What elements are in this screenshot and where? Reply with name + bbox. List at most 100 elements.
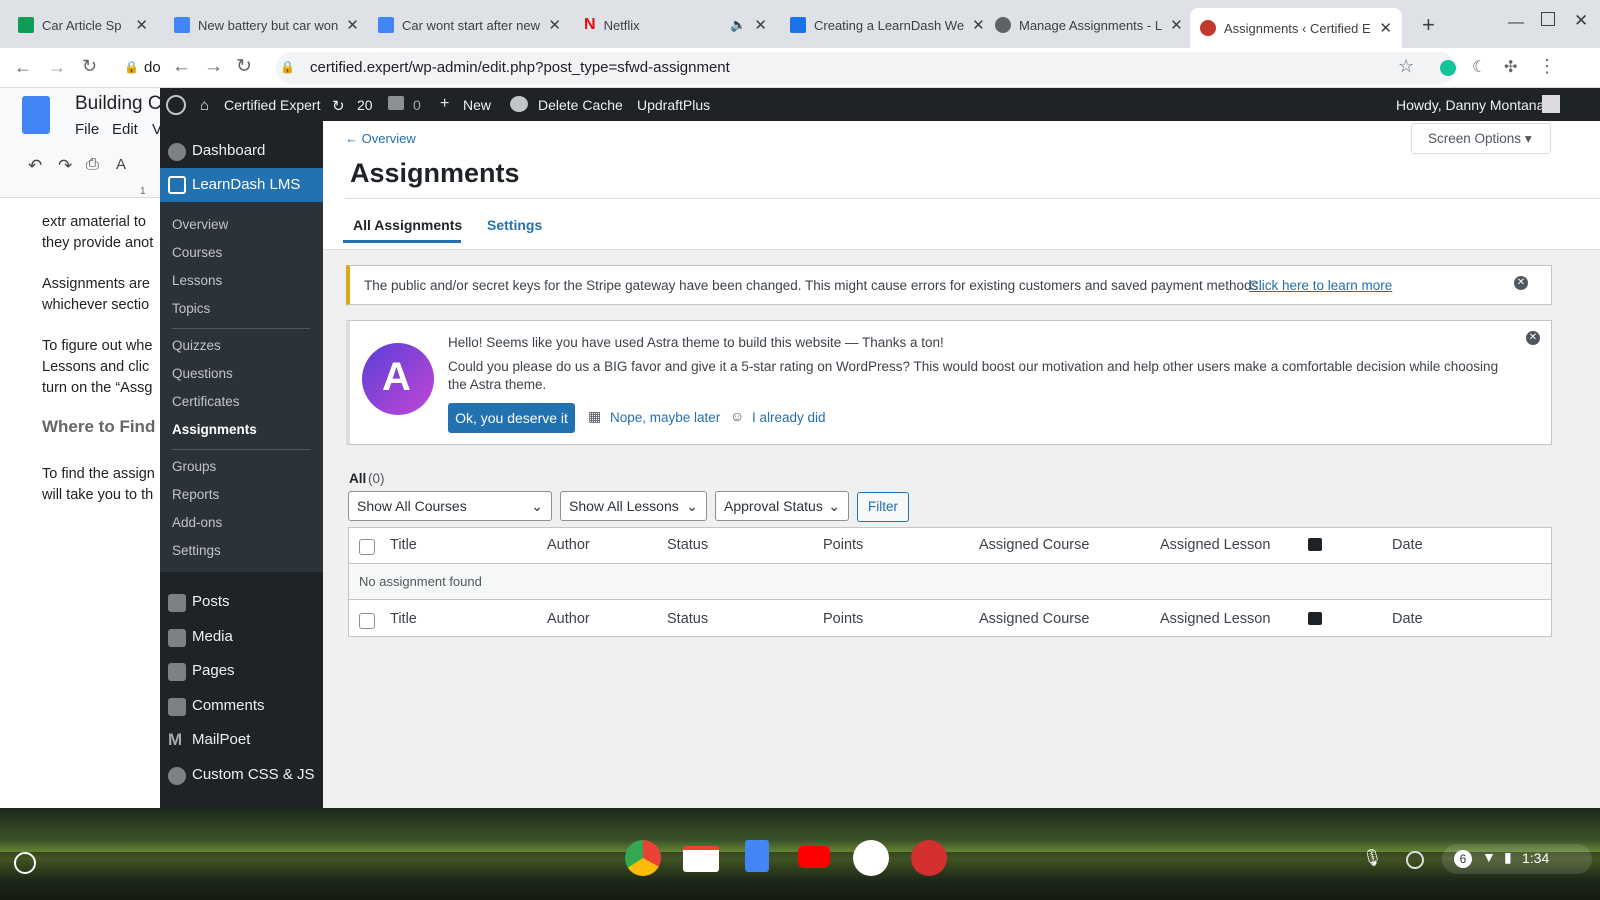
lessons-filter-select[interactable]: Show All Lessons ⌄	[560, 491, 707, 521]
submenu-overview[interactable]: Overview	[172, 217, 228, 232]
grammarly-icon[interactable]	[1440, 60, 1456, 76]
menu-mailpoet[interactable]: MailPoet	[192, 731, 250, 748]
submenu-assignments-current[interactable]: Assignments	[172, 422, 257, 437]
filter-all-link[interactable]: All	[349, 471, 366, 486]
play-store-icon[interactable]	[853, 840, 889, 876]
close-icon[interactable]: ✕	[548, 16, 561, 34]
speaker-icon[interactable]: 🔈	[730, 17, 746, 33]
print-icon[interactable]: ⎙	[86, 156, 99, 174]
close-icon[interactable]: ✕	[972, 16, 983, 34]
star-icon[interactable]: ☆	[1398, 56, 1414, 77]
back-to-overview-link[interactable]: ← Overview	[345, 131, 416, 146]
status-tray[interactable]: 6 ▼ ▮ 1:34	[1442, 844, 1592, 874]
delete-cache-link[interactable]: Delete Cache	[538, 97, 623, 113]
background-url[interactable]: do	[144, 59, 161, 76]
tab-all-assignments[interactable]: All Assignments	[353, 217, 462, 233]
reload-icon[interactable]: ↻	[82, 56, 97, 77]
submenu-lessons[interactable]: Lessons	[172, 273, 222, 288]
tab-2[interactable]: Car wont start after new ✕	[368, 8, 571, 42]
close-icon[interactable]: ✕	[1379, 19, 1392, 37]
extension-icon[interactable]: ☾	[1472, 57, 1486, 77]
new-tab-button[interactable]: +	[1422, 12, 1435, 38]
astra-later-link[interactable]: Nope, maybe later	[610, 410, 720, 425]
close-icon[interactable]: ✕	[1170, 16, 1183, 34]
submenu-groups[interactable]: Groups	[172, 459, 216, 474]
chrome-icon[interactable]	[625, 840, 661, 876]
menu-learndash-active[interactable]: LearnDash LMS	[160, 168, 323, 202]
tab-1[interactable]: New battery but car won ✕	[164, 8, 367, 42]
tab-settings[interactable]: Settings	[487, 217, 542, 233]
maximize-button[interactable]	[1541, 12, 1555, 26]
select-all-checkbox[interactable]	[359, 539, 375, 555]
dismiss-icon[interactable]: ✕	[1526, 331, 1540, 345]
tab-0[interactable]: Car Article Sp ✕	[8, 8, 158, 42]
column-title[interactable]: Title	[390, 537, 417, 553]
launcher-icon[interactable]	[14, 852, 36, 874]
filter-button[interactable]: Filter	[857, 492, 909, 522]
menu-pages[interactable]: Pages	[192, 662, 235, 679]
astra-ok-button[interactable]: Ok, you deserve it	[448, 403, 575, 433]
avatar[interactable]	[1542, 95, 1560, 113]
menu-edit[interactable]: Edit	[112, 121, 138, 138]
submenu-quizzes[interactable]: Quizzes	[172, 338, 221, 353]
youtube-icon[interactable]	[798, 846, 830, 868]
forward-arrow-icon[interactable]: →	[48, 57, 66, 78]
docs-icon[interactable]	[745, 840, 769, 872]
tab-6-active[interactable]: Assignments ‹ Certified E ✕	[1190, 8, 1402, 48]
astra-already-did-link[interactable]: I already did	[752, 410, 826, 425]
screen-options-button[interactable]: Screen Options ▾	[1411, 123, 1551, 154]
doc-title[interactable]: Building C	[75, 93, 162, 115]
menu-dashboard[interactable]: Dashboard	[192, 142, 265, 159]
close-icon[interactable]: ✕	[346, 16, 359, 34]
new-content-link[interactable]: New	[463, 97, 491, 113]
back-arrow-icon[interactable]: ←	[172, 56, 191, 78]
footer-column-date[interactable]: Date	[1392, 611, 1423, 627]
undo-icon[interactable]: ↶	[28, 156, 42, 176]
comments-count[interactable]: 0	[413, 97, 421, 113]
spellcheck-icon[interactable]: A	[116, 156, 126, 173]
footer-column-title[interactable]: Title	[390, 611, 417, 627]
howdy-user-link[interactable]: Howdy, Danny Montana	[1396, 97, 1544, 113]
submenu-questions[interactable]: Questions	[172, 366, 233, 381]
submenu-settings[interactable]: Settings	[172, 543, 221, 558]
gmail-icon[interactable]	[683, 846, 719, 872]
submenu-courses[interactable]: Courses	[172, 245, 222, 260]
column-date[interactable]: Date	[1392, 537, 1423, 553]
url-text[interactable]: certified.expert/wp-admin/edit.php?post_…	[310, 59, 730, 76]
more-menu-icon[interactable]: ⋮	[1538, 56, 1556, 77]
reload-icon[interactable]: ↻	[236, 55, 252, 78]
lock-icon[interactable]: 🔒	[280, 60, 295, 74]
wordpress-logo-icon[interactable]	[166, 95, 186, 115]
site-name-link[interactable]: Certified Expert	[224, 97, 320, 113]
submenu-addons[interactable]: Add-ons	[172, 515, 222, 530]
close-icon[interactable]: ✕	[135, 16, 148, 34]
forward-arrow-icon[interactable]: →	[204, 56, 223, 78]
tab-5[interactable]: Manage Assignments - L ✕	[985, 8, 1188, 42]
close-window-button[interactable]: ✕	[1574, 11, 1588, 31]
redo-icon[interactable]: ↷	[58, 156, 72, 176]
menu-custom-css-js[interactable]: Custom CSS & JS	[192, 766, 315, 783]
submenu-certificates[interactable]: Certificates	[172, 394, 240, 409]
minimize-button[interactable]: —	[1508, 14, 1524, 32]
stripe-learn-more-link[interactable]: Click here to learn more	[1249, 278, 1392, 293]
docs-logo-icon[interactable]	[22, 96, 50, 134]
tab-3[interactable]: N Netflix 🔈 ✕	[574, 8, 777, 42]
stylus-icon[interactable]	[1406, 851, 1424, 869]
menu-comments[interactable]: Comments	[192, 697, 265, 714]
mic-icon[interactable]: 🎙	[1362, 848, 1382, 868]
submenu-reports[interactable]: Reports	[172, 487, 219, 502]
updraftplus-link[interactable]: UpdraftPlus	[637, 97, 710, 113]
updates-count[interactable]: 20	[357, 97, 373, 113]
courses-filter-select[interactable]: Show All Courses ⌄	[348, 491, 552, 521]
approval-status-select[interactable]: Approval Status ⌄	[715, 491, 849, 521]
close-icon[interactable]: ✕	[754, 16, 767, 34]
back-arrow-icon[interactable]: ←	[14, 57, 32, 78]
puzzle-icon[interactable]: ✣	[1504, 57, 1517, 77]
submenu-topics[interactable]: Topics	[172, 301, 210, 316]
tab-4[interactable]: Creating a LearnDash We ✕	[780, 8, 983, 42]
dismiss-icon[interactable]: ✕	[1514, 276, 1528, 290]
menu-file[interactable]: File	[75, 121, 99, 138]
menu-media[interactable]: Media	[192, 628, 233, 645]
app-icon[interactable]	[911, 840, 947, 876]
select-all-checkbox-footer[interactable]	[359, 613, 375, 629]
